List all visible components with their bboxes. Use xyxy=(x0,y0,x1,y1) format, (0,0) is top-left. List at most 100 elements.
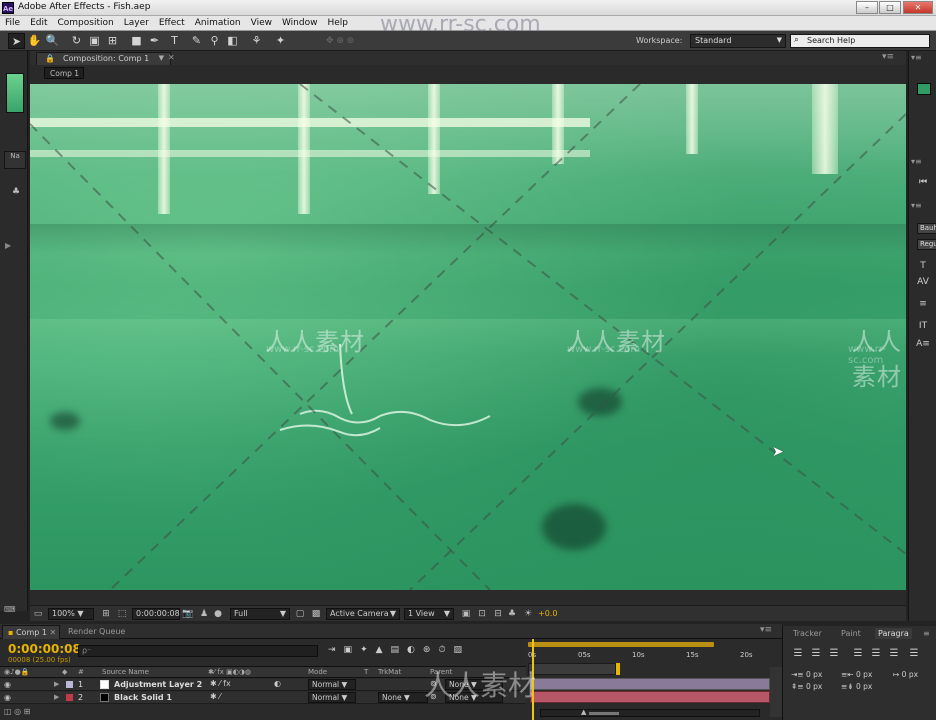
expand-arrow-icon[interactable]: ▶ xyxy=(54,693,59,701)
pen-tool-icon[interactable]: ✒ xyxy=(146,33,163,49)
panel-menu-icon[interactable]: ▾≡ xyxy=(911,157,922,166)
layer-switches-icon[interactable]: ✱ ⁄ xyxy=(210,692,221,701)
transparency-grid-icon[interactable]: ▩ xyxy=(310,608,322,620)
timeline-search-input[interactable]: ⍴⁻ xyxy=(78,645,318,657)
close-tab-icon[interactable]: ✕ xyxy=(50,628,57,637)
label-color-swatch[interactable] xyxy=(66,681,73,688)
menu-view[interactable]: View xyxy=(246,16,277,28)
maximize-button[interactable]: □ xyxy=(879,1,901,14)
menu-help[interactable]: Help xyxy=(322,16,353,28)
always-preview-icon[interactable]: ▭ xyxy=(32,608,44,620)
align-center-icon[interactable]: ☰ xyxy=(809,648,823,660)
view-layout-select[interactable]: 1 View ▼ xyxy=(404,608,454,620)
justify-last-center-icon[interactable]: ☰ xyxy=(869,648,883,660)
zoom-slider[interactable]: ▲ xyxy=(540,708,760,717)
flowchart-icon[interactable]: ♣ xyxy=(506,608,518,620)
minimize-button[interactable]: – xyxy=(856,1,878,14)
font-size-icon[interactable]: T xyxy=(913,259,933,273)
comp-navigator-tab[interactable]: Comp 1 xyxy=(44,67,84,79)
close-button[interactable]: ✕ xyxy=(903,1,933,14)
panel-menu-icon[interactable]: ▾≡ xyxy=(882,52,894,62)
brainstorm-icon[interactable]: ⊛ xyxy=(423,645,439,655)
font-style-select[interactable]: Regu xyxy=(917,239,936,250)
expand-arrow-icon[interactable]: ▶ xyxy=(54,680,59,688)
snapshot-icon[interactable]: 📷 xyxy=(182,608,194,620)
draft-3d-icon[interactable]: ✦ xyxy=(360,645,376,655)
color-swatch[interactable] xyxy=(917,83,931,95)
live-update-icon[interactable]: ▣ xyxy=(344,645,361,655)
panel-menu-icon[interactable]: ▾≡ xyxy=(760,625,772,635)
fast-previews-icon[interactable]: ⊡ xyxy=(476,608,488,620)
tab-render-queue[interactable]: Render Queue xyxy=(68,627,125,636)
menu-window[interactable]: Window xyxy=(277,16,323,28)
timeline-icon[interactable]: ⊟ xyxy=(492,608,504,620)
selection-tool-icon[interactable]: ➤ xyxy=(8,33,25,49)
tab-composition-comp1[interactable]: 🔒 Composition: Comp 1 ▼ xyxy=(36,52,171,65)
rectangle-tool-icon[interactable]: ■ xyxy=(128,33,145,49)
exposure-value[interactable]: +0.0 xyxy=(538,609,557,618)
menu-file[interactable]: File xyxy=(0,16,25,28)
align-left-icon[interactable]: ☰ xyxy=(791,648,805,660)
eraser-tool-icon[interactable]: ◧ xyxy=(224,33,241,49)
timeline-scrollbar[interactable] xyxy=(770,667,782,717)
grid-guides-icon[interactable]: ⊞ xyxy=(100,608,112,620)
graph-editor-icon[interactable]: ▨ xyxy=(453,645,470,655)
composition-mini-flowchart-icon[interactable]: ⇥ xyxy=(328,645,344,655)
rotation-tool-icon[interactable]: ↻ xyxy=(68,33,85,49)
kerning-icon[interactable]: AV xyxy=(913,275,933,289)
preview-first-frame-icon[interactable]: ⏮ xyxy=(913,175,933,189)
search-help-input[interactable]: ⌕ Search Help xyxy=(790,34,930,48)
navigator-end-handle[interactable] xyxy=(616,663,620,675)
menu-effect[interactable]: Effect xyxy=(154,16,190,28)
indent-right-field[interactable]: ≡⇤ 0 px xyxy=(841,670,872,679)
zoom-out-icon[interactable]: ▲ xyxy=(581,708,586,716)
tab-comp1[interactable]: ▪ Comp 1 ✕ xyxy=(2,625,60,639)
justify-last-right-icon[interactable]: ☰ xyxy=(887,648,901,660)
project-panel-tab[interactable]: Na xyxy=(4,151,26,169)
toggle-switches-icon[interactable]: ◫ ◎ ⊞ xyxy=(4,707,30,716)
menu-composition[interactable]: Composition xyxy=(53,16,119,28)
axis-mode-icon[interactable]: ✥ ⊕ ⊛ xyxy=(326,36,354,46)
expand-arrow-icon[interactable]: ▶ xyxy=(5,241,11,250)
region-of-interest-icon[interactable]: ▢ xyxy=(294,608,306,620)
hand-tool-icon[interactable]: ✋ xyxy=(26,33,43,49)
flowchart-icon[interactable]: ♣ xyxy=(12,187,20,197)
first-line-indent-field[interactable]: ↦ 0 px xyxy=(893,670,918,679)
visibility-eye-icon[interactable]: ◉ xyxy=(4,693,11,702)
blend-mode-select[interactable]: Normal ▼ xyxy=(308,692,356,703)
brush-tool-icon[interactable]: ✎ xyxy=(188,33,205,49)
motion-blur-icon[interactable]: ◐ xyxy=(407,645,423,655)
space-before-field[interactable]: ⇞≡ 0 px xyxy=(791,682,822,691)
justify-last-left-icon[interactable]: ☰ xyxy=(851,648,865,660)
current-time-field[interactable]: 0:00:00:08 xyxy=(132,608,180,620)
puppet-pin-tool-icon[interactable]: ✦ xyxy=(272,33,289,49)
interpret-footage-icon[interactable]: ⌨ xyxy=(4,605,16,614)
tab-tracker[interactable]: Tracker xyxy=(793,629,822,638)
zoom-tool-icon[interactable]: 🔍 xyxy=(44,33,61,49)
stroke-width-icon[interactable]: ≡ xyxy=(913,297,933,311)
roto-brush-tool-icon[interactable]: ⚘ xyxy=(248,33,265,49)
project-panel-collapsed[interactable]: Na ♣ ▶ ⌨ xyxy=(0,51,28,614)
font-family-select[interactable]: Bauh xyxy=(917,223,936,234)
workspace-select[interactable]: Standard ▼ xyxy=(690,34,786,48)
justify-all-icon[interactable]: ☰ xyxy=(907,648,921,660)
mask-visibility-icon[interactable]: ⬚ xyxy=(116,608,128,620)
work-area-bar[interactable] xyxy=(528,642,714,647)
magnification-select[interactable]: 100% ▼ xyxy=(48,608,94,620)
close-tab-icon[interactable]: ✕ xyxy=(168,53,175,62)
camera-select[interactable]: Active Camera ▼ xyxy=(326,608,400,620)
menu-edit[interactable]: Edit xyxy=(25,16,52,28)
auto-keyframe-icon[interactable]: ⏱ xyxy=(438,645,453,655)
layer-name[interactable]: Adjustment Layer 2 xyxy=(114,680,202,689)
tab-paragraph[interactable]: Paragra xyxy=(875,628,912,639)
current-time-display[interactable]: 0:00:00:08 xyxy=(8,642,81,656)
layer-switches-icon[interactable]: ✱ ⁄ fx xyxy=(210,679,231,688)
tab-paint[interactable]: Paint xyxy=(841,629,861,638)
resolution-select[interactable]: Full ▼ xyxy=(230,608,290,620)
adjustment-switch-icon[interactable]: ◐ xyxy=(274,679,281,688)
menu-animation[interactable]: Animation xyxy=(190,16,246,28)
show-snapshot-icon[interactable]: ♟ xyxy=(198,608,210,620)
indent-left-field[interactable]: ⇥≡ 0 px xyxy=(791,670,822,679)
label-color-swatch[interactable] xyxy=(66,694,73,701)
baseline-shift-icon[interactable]: A≡ xyxy=(913,337,933,351)
